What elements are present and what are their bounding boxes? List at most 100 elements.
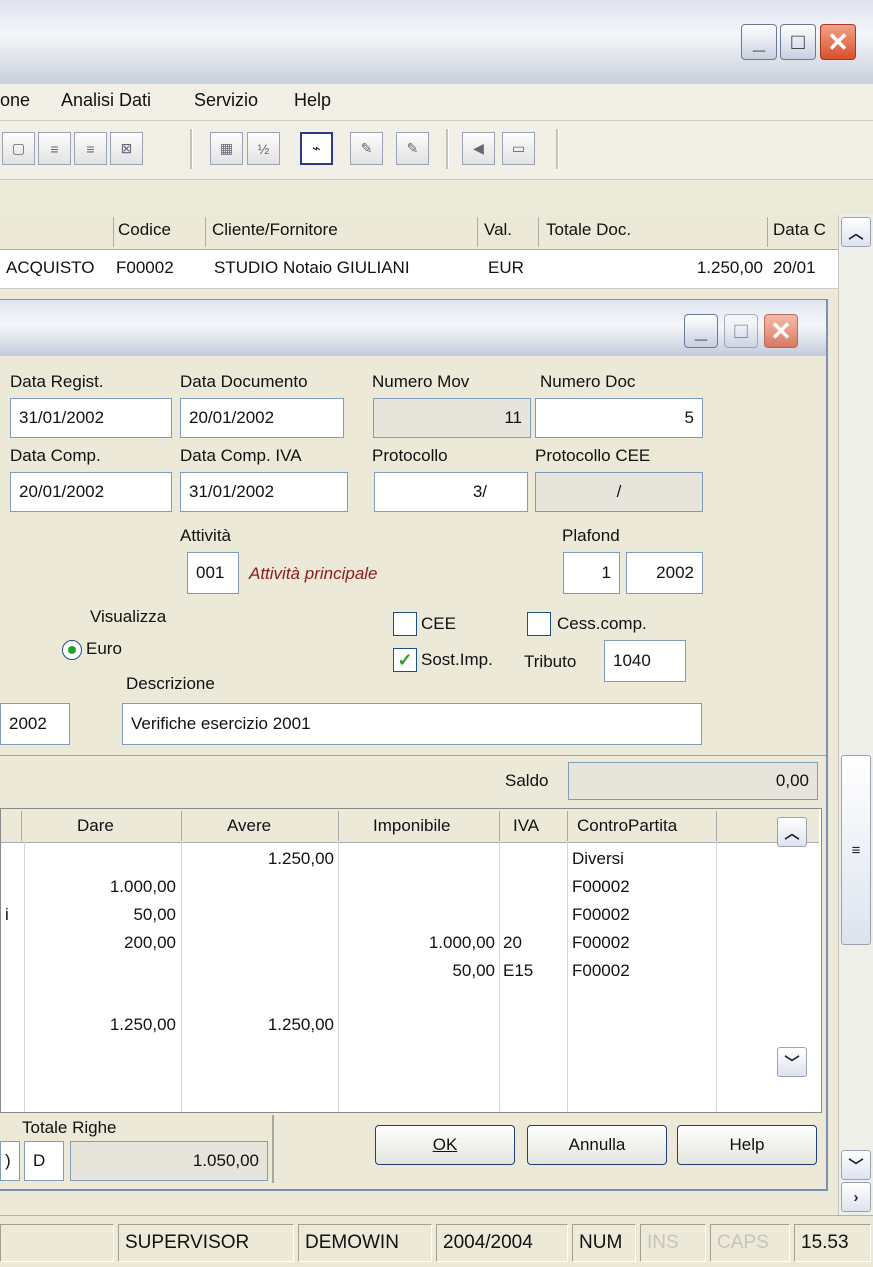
label-saldo: Saldo bbox=[505, 771, 549, 790]
cell-val: EUR bbox=[488, 258, 524, 277]
status-time: 15.53 bbox=[794, 1224, 871, 1262]
tributo-field[interactable]: 1040 bbox=[604, 640, 686, 682]
new-document-icon[interactable]: ▢ bbox=[2, 132, 35, 165]
totale-righe-field: 1.050,00 bbox=[70, 1141, 268, 1181]
label-data-documento: Data Documento bbox=[180, 372, 308, 391]
data-comp-field[interactable]: 20/01/2002 bbox=[10, 472, 172, 512]
dialog-maximize-button: □ bbox=[724, 314, 758, 348]
cell-contropartita: F00002 bbox=[572, 933, 630, 952]
numero-doc-field[interactable]: 5 bbox=[535, 398, 703, 438]
menu-item-analisi-dati[interactable]: Analisi Dati bbox=[61, 90, 151, 111]
data-comp-iva-field[interactable]: 31/01/2002 bbox=[180, 472, 348, 512]
status-bar: SUPERVISOR DEMOWIN 2004/2004 NUM INS CAP… bbox=[0, 1215, 873, 1267]
scroll-right-icon[interactable]: › bbox=[841, 1182, 871, 1212]
label-descrizione: Descrizione bbox=[126, 674, 215, 693]
col-iva[interactable]: IVA bbox=[513, 816, 539, 836]
label-sost-imp: Sost.Imp. bbox=[421, 650, 493, 669]
percent-icon[interactable]: ½ bbox=[247, 132, 280, 165]
delete-row-icon[interactable]: ⊠ bbox=[110, 132, 143, 165]
dialog-close-button[interactable]: ✕ bbox=[764, 314, 798, 348]
label-plafond: Plafond bbox=[562, 526, 620, 545]
window-title-bar: _ □ ✕ bbox=[0, 0, 873, 84]
close-button[interactable]: ✕ bbox=[820, 24, 856, 60]
grid-icon[interactable]: ▦ bbox=[210, 132, 243, 165]
year-field[interactable]: 2002 bbox=[0, 703, 70, 745]
total-dare: 1.250,00 bbox=[109, 1015, 176, 1034]
dialog-minimize-button[interactable]: _ bbox=[684, 314, 718, 348]
col-avere[interactable]: Avere bbox=[227, 816, 271, 836]
col-codice[interactable]: Codice bbox=[118, 220, 171, 240]
label-protocollo-cee: Protocollo CEE bbox=[535, 446, 651, 465]
data-documento-field[interactable]: 20/01/2002 bbox=[180, 398, 344, 438]
maximize-button[interactable]: □ bbox=[780, 24, 816, 60]
footer-fragment: ) bbox=[0, 1141, 20, 1181]
vertical-scrollbar[interactable]: ︿ ≡ ﹀ › bbox=[838, 215, 873, 1215]
minimize-button[interactable]: _ bbox=[741, 24, 777, 60]
cell-dare: 200,00 bbox=[124, 933, 176, 952]
sost-imp-checkbox[interactable]: ✓ bbox=[393, 648, 417, 672]
menu-bar: one Analisi Dati Servizio Help bbox=[0, 84, 873, 121]
tag-icon[interactable]: ⌁ bbox=[300, 132, 333, 165]
cell-contropartita: Diversi bbox=[572, 849, 624, 868]
edit-alt-icon[interactable]: ✎ bbox=[396, 132, 429, 165]
attivita-code-field[interactable]: 001 bbox=[187, 552, 239, 594]
label-tributo: Tributo bbox=[524, 652, 577, 671]
detail-table: Dare Avere Imponibile IVA ControPartita … bbox=[0, 808, 822, 1113]
status-num: NUM bbox=[572, 1224, 636, 1262]
annulla-button[interactable]: Annulla bbox=[527, 1125, 667, 1165]
col-data[interactable]: Data C bbox=[773, 220, 826, 240]
append-row-icon[interactable]: ≡ bbox=[74, 132, 107, 165]
cess-comp-checkbox[interactable] bbox=[527, 612, 551, 636]
protocollo-field[interactable]: 3/ bbox=[374, 472, 528, 512]
cee-checkbox[interactable] bbox=[393, 612, 417, 636]
protocollo-cee-field: / bbox=[535, 472, 703, 512]
menu-item-gestione[interactable]: one bbox=[0, 90, 30, 111]
plafond-year-field[interactable]: 2002 bbox=[626, 552, 703, 594]
folder-icon[interactable]: ▭ bbox=[502, 132, 535, 165]
back-icon[interactable]: ◀ bbox=[462, 132, 495, 165]
menu-item-servizio[interactable]: Servizio bbox=[194, 90, 258, 111]
label-visualizza: Visualizza bbox=[90, 607, 167, 626]
detail-scroll-down-icon[interactable]: ﹀ bbox=[777, 1047, 807, 1077]
help-button[interactable]: Help bbox=[677, 1125, 817, 1165]
col-contropartita[interactable]: ControPartita bbox=[577, 816, 677, 836]
col-dare[interactable]: Dare bbox=[77, 816, 114, 836]
scroll-down-icon[interactable]: ﹀ bbox=[841, 1150, 871, 1180]
status-ins: INS bbox=[640, 1224, 706, 1262]
toolbar-separator bbox=[556, 129, 559, 169]
cell-lead: i bbox=[5, 905, 9, 924]
toolbar-separator bbox=[190, 129, 193, 169]
euro-radio[interactable] bbox=[62, 640, 82, 660]
cell-iva: 20 bbox=[503, 933, 522, 952]
plafond-number-field[interactable]: 1 bbox=[563, 552, 620, 594]
cell-contropartita: F00002 bbox=[572, 877, 630, 896]
scroll-thumb[interactable]: ≡ bbox=[841, 755, 871, 945]
col-cliente[interactable]: Cliente/Fornitore bbox=[212, 220, 338, 240]
menu-item-help[interactable]: Help bbox=[294, 90, 331, 111]
close-icon: ✕ bbox=[770, 315, 792, 346]
descrizione-field[interactable]: Verifiche esercizio 2001 bbox=[122, 703, 702, 745]
ok-button[interactable]: OK bbox=[375, 1125, 515, 1165]
cell-imponibile: 50,00 bbox=[452, 961, 495, 980]
cell-dare: 50,00 bbox=[133, 905, 176, 924]
maximize-icon: □ bbox=[791, 29, 805, 54]
label-totale-righe: Totale Righe bbox=[22, 1118, 117, 1137]
col-imponibile[interactable]: Imponibile bbox=[373, 816, 451, 836]
cell-contropartita: F00002 bbox=[572, 961, 630, 980]
table-row[interactable]: ACQUISTO F00002 STUDIO Notaio GIULIANI E… bbox=[0, 250, 838, 289]
detail-scroll-up-icon[interactable]: ︿ bbox=[777, 817, 807, 847]
data-regist-field[interactable]: 31/01/2002 bbox=[10, 398, 172, 438]
grid-header: Codice Cliente/Fornitore Val. Totale Doc… bbox=[0, 215, 838, 250]
cell-iva: E15 bbox=[503, 961, 534, 980]
label-cee: CEE bbox=[421, 614, 456, 633]
dc-field[interactable]: D bbox=[24, 1141, 64, 1181]
col-totale[interactable]: Totale Doc. bbox=[546, 220, 631, 240]
insert-row-icon[interactable]: ≡ bbox=[38, 132, 71, 165]
label-numero-mov: Numero Mov bbox=[372, 372, 470, 391]
toolbar-separator bbox=[446, 129, 449, 169]
numero-mov-field: 11 bbox=[373, 398, 531, 438]
col-val[interactable]: Val. bbox=[484, 220, 512, 240]
scroll-up-icon[interactable]: ︿ bbox=[841, 217, 871, 247]
label-data-comp-iva: Data Comp. IVA bbox=[180, 446, 302, 465]
edit-icon[interactable]: ✎ bbox=[350, 132, 383, 165]
